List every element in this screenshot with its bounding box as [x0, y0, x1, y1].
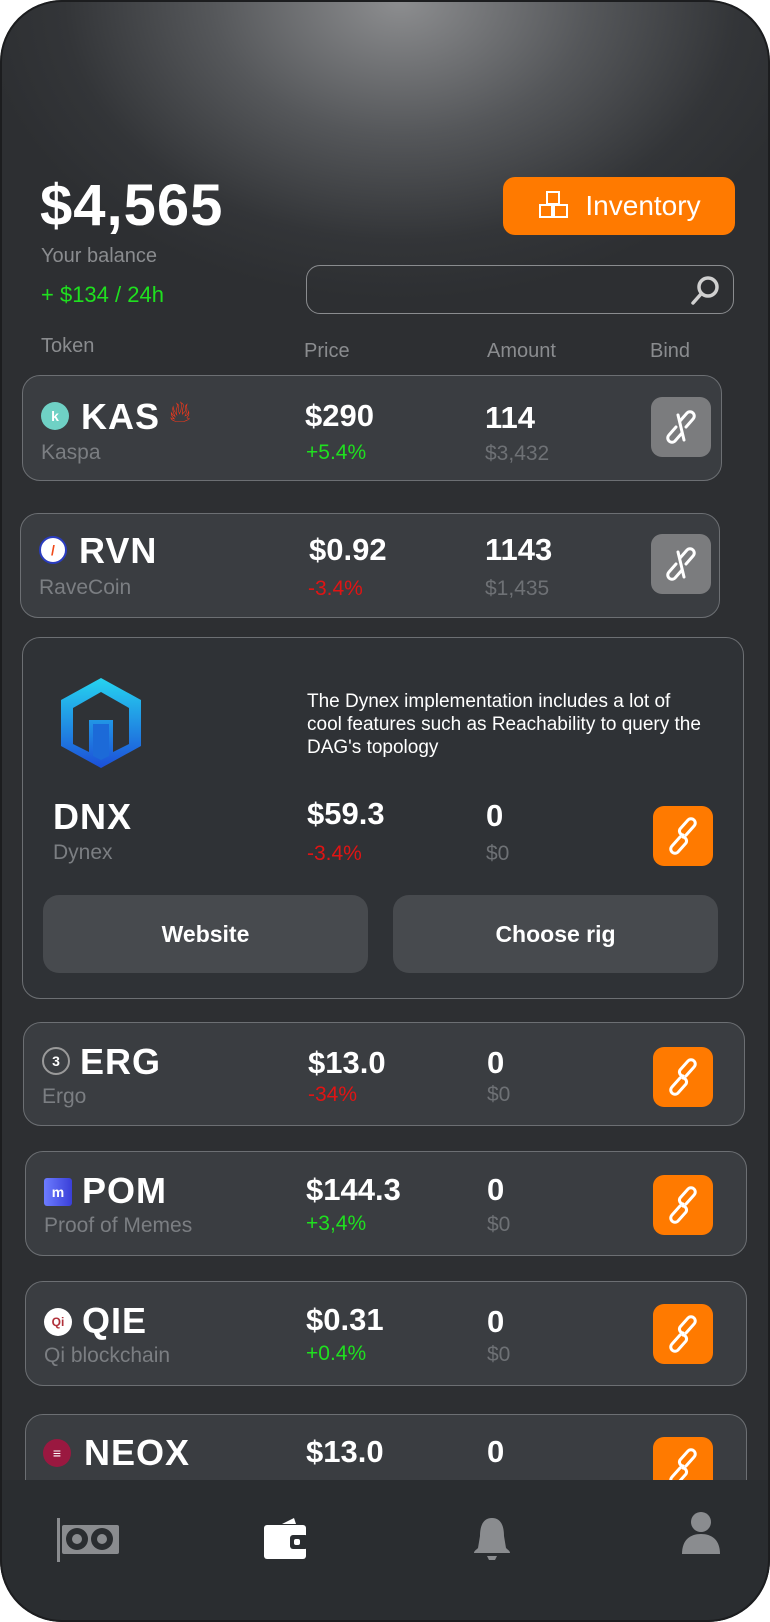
token-value: $0 — [487, 1343, 511, 1366]
token-amount: 0 — [487, 1172, 505, 1207]
token-name: Proof of Memes — [44, 1214, 193, 1237]
token-price: $0.31 — [306, 1302, 384, 1337]
bind-button[interactable] — [653, 1047, 713, 1107]
token-price: $290 — [305, 398, 374, 433]
token-change: -34% — [308, 1083, 358, 1106]
profile-icon[interactable] — [680, 1510, 722, 1556]
bell-icon[interactable] — [472, 1516, 512, 1560]
token-value: $0 — [487, 1083, 511, 1106]
search-icon[interactable] — [689, 275, 721, 307]
token-price: $13.0 — [308, 1045, 386, 1080]
balance-change: + $134 / 24h — [41, 282, 164, 307]
token-change: +0.4% — [306, 1342, 367, 1365]
token-name: Kaspa — [41, 441, 101, 464]
token-price: $0.92 — [309, 532, 387, 567]
token-row-kas[interactable]: k KAS 🔥︎ Kaspa $290 +5.4% 114 $3,432 — [22, 375, 722, 481]
token-name: Dynex — [53, 841, 113, 864]
choose-rig-button[interactable]: Choose rig — [393, 895, 718, 973]
token-symbol: NEOX — [84, 1432, 191, 1473]
column-token: Token — [41, 335, 95, 357]
token-symbol: QIE — [82, 1300, 148, 1341]
token-amount: 1143 — [485, 532, 553, 567]
bind-button[interactable] — [651, 534, 711, 594]
link-icon — [669, 1315, 697, 1353]
token-name: RaveCoin — [39, 576, 132, 599]
token-price: $59.3 — [307, 796, 385, 831]
token-value: $1,435 — [485, 577, 550, 600]
token-row-rvn[interactable]: / RVN RaveCoin $0.92 -3.4% 1143 $1,435 — [20, 513, 720, 618]
inventory-button[interactable]: Inventory — [503, 177, 735, 235]
bind-button[interactable] — [653, 806, 713, 866]
token-description: The Dynex implementation includes a lot … — [307, 691, 701, 758]
token-amount: 0 — [487, 1045, 505, 1080]
inventory-label: Inventory — [585, 190, 701, 221]
ergo-logo: 3 — [42, 1047, 70, 1075]
token-row-pom[interactable]: m POM Proof of Memes $144.3 +3,4% 0 $0 — [25, 1151, 747, 1256]
token-value: $0 — [487, 1213, 511, 1236]
balance-amount: $4,565 — [40, 173, 224, 238]
ravecoin-logo: / — [39, 536, 67, 564]
token-value: $0 — [486, 842, 510, 865]
qie-logo: Qi — [44, 1308, 72, 1336]
pom-logo: m — [44, 1178, 72, 1206]
wallet-icon[interactable] — [264, 1518, 310, 1560]
token-value: $3,432 — [485, 442, 550, 465]
column-amount: Amount — [487, 340, 556, 362]
unlink-icon — [666, 410, 696, 444]
token-row-qie[interactable]: Qi QIE Qi blockchain $0.31 +0.4% 0 $0 — [25, 1281, 747, 1386]
token-symbol: POM — [82, 1170, 168, 1211]
token-amount: 0 — [486, 798, 504, 833]
token-row-erg[interactable]: 3 ERG Ergo $13.0 -34% 0 $0 — [23, 1022, 745, 1126]
dynex-logo — [61, 678, 141, 768]
unlink-icon — [666, 547, 696, 581]
token-amount: 114 — [485, 400, 536, 435]
token-change: -3.4% — [307, 842, 362, 865]
bind-button[interactable] — [651, 397, 711, 457]
fire-icon: 🔥︎ — [169, 396, 192, 429]
website-button[interactable]: Website — [43, 895, 368, 973]
link-icon — [669, 1058, 697, 1096]
token-amount: 0 — [487, 1434, 505, 1469]
token-symbol: RVN — [79, 530, 158, 571]
token-change: +5.4% — [306, 441, 367, 464]
column-bind: Bind — [650, 340, 691, 362]
boxes-icon — [539, 191, 569, 218]
bind-button[interactable] — [653, 1304, 713, 1364]
token-symbol: DNX — [53, 796, 133, 837]
token-name: Qi blockchain — [44, 1344, 171, 1367]
link-icon — [669, 1186, 697, 1224]
bottom-nav — [0, 1480, 770, 1622]
kaspa-logo: k — [41, 402, 69, 430]
balance-label: Your balance — [41, 245, 158, 267]
gpu-icon[interactable] — [55, 1516, 121, 1564]
token-name: Ergo — [42, 1085, 87, 1108]
neox-logo: ≡ — [43, 1439, 71, 1467]
bind-button[interactable] — [653, 1175, 713, 1235]
token-price: $13.0 — [306, 1434, 384, 1469]
token-price: $144.3 — [306, 1172, 401, 1207]
search-input[interactable] — [306, 265, 734, 314]
token-symbol: ERG — [80, 1041, 162, 1082]
link-icon — [669, 817, 697, 855]
token-change: -3.4% — [308, 577, 363, 600]
phone-screen: $4,565 Your balance + $134 / 24h Invento… — [0, 0, 770, 1622]
token-amount: 0 — [487, 1304, 505, 1339]
token-row-dnx-expanded[interactable]: The Dynex implementation includes a lot … — [22, 637, 744, 999]
column-price: Price — [304, 340, 350, 362]
token-change: +3,4% — [306, 1212, 367, 1235]
token-symbol: KAS — [81, 396, 161, 437]
